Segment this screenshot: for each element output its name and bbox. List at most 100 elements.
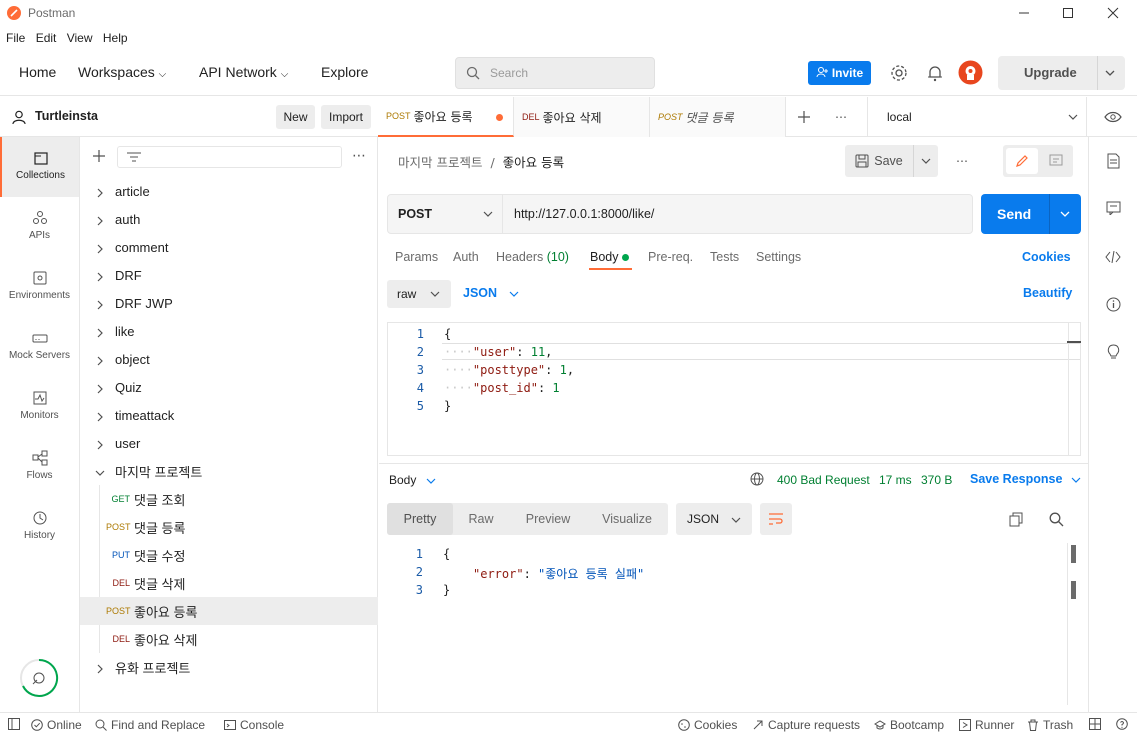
bootcamp-button[interactable]: Bootcamp — [874, 718, 944, 732]
chevron-down-icon[interactable] — [915, 157, 937, 165]
runner-button[interactable]: Runner — [959, 718, 1014, 732]
request-body-editor[interactable]: 1 2 3 4 5 { ····"user": 11, ····"posttyp… — [387, 322, 1081, 456]
notifications-bell-icon[interactable] — [925, 63, 945, 83]
workspace-name[interactable]: Turtleinsta — [35, 109, 98, 123]
collection-item[interactable]: 유화 프로젝트 — [80, 653, 378, 681]
documentation-icon[interactable] — [1105, 153, 1121, 169]
nav-home[interactable]: Home — [19, 64, 56, 80]
nav-api-network[interactable]: API Network ⌵ — [199, 64, 288, 80]
viewer-scrollbar-thumb[interactable] — [1071, 545, 1076, 563]
collection-item[interactable]: timeattack — [80, 401, 378, 429]
save-response-button[interactable]: Save Response — [970, 472, 1081, 486]
response-format-select[interactable]: JSON — [676, 503, 752, 535]
menu-edit[interactable]: Edit — [36, 31, 57, 45]
avatar[interactable] — [958, 60, 983, 85]
help-icon[interactable] — [1116, 718, 1128, 730]
request-item[interactable]: DEL 댓글 삭제 — [80, 569, 378, 597]
menu-file[interactable]: File — [6, 31, 25, 45]
response-time[interactable]: 17 ms — [879, 473, 912, 487]
tab-options-icon[interactable]: ⋯ — [833, 109, 849, 125]
chevron-down-icon[interactable] — [1057, 210, 1073, 218]
tab-auth[interactable]: Auth — [453, 250, 479, 264]
collection-item[interactable]: DRF — [80, 261, 378, 289]
comments-icon[interactable] — [1105, 200, 1121, 216]
rail-flows[interactable]: Flows — [0, 437, 79, 497]
breadcrumb-parent[interactable]: 마지막 프로젝트 — [398, 155, 482, 170]
toggle-sidebar-icon[interactable] — [8, 718, 20, 730]
settings-gear-icon[interactable] — [889, 63, 909, 83]
view-pretty[interactable]: Pretty — [387, 503, 453, 535]
response-body-viewer[interactable]: 1 2 3 { "error": "좋아요 등록 실패" } — [387, 543, 1081, 705]
rail-monitors[interactable]: Monitors — [0, 377, 79, 437]
two-pane-view-icon[interactable] — [1089, 718, 1101, 730]
body-mode-select[interactable]: raw — [387, 280, 451, 308]
wrap-lines-icon[interactable] — [760, 503, 792, 535]
new-button[interactable]: New — [276, 105, 315, 129]
rail-apis[interactable]: APIs — [0, 197, 79, 257]
environment-select[interactable]: local — [867, 97, 1087, 137]
search-icon[interactable] — [1048, 511, 1064, 527]
menu-view[interactable]: View — [67, 31, 93, 45]
view-raw[interactable]: Raw — [453, 503, 509, 535]
tab-headers[interactable]: Headers (10) — [496, 250, 569, 264]
collection-item[interactable]: article — [80, 177, 378, 205]
comments-icon[interactable] — [1041, 148, 1071, 174]
request-item[interactable]: POST 댓글 등록 — [80, 513, 378, 541]
rail-mock-servers[interactable]: Mock Servers — [0, 317, 79, 377]
send-button[interactable]: Send — [997, 206, 1031, 222]
request-item[interactable]: DEL 좋아요 삭제 — [80, 625, 378, 653]
cookies-link[interactable]: Cookies — [1022, 250, 1071, 264]
chevron-down-icon[interactable] — [1102, 67, 1118, 79]
info-icon[interactable] — [1105, 296, 1121, 312]
search-input[interactable]: Search — [455, 57, 655, 89]
response-status[interactable]: 400 Bad Request — [777, 473, 870, 487]
nav-explore[interactable]: Explore — [321, 64, 368, 80]
minimize-icon[interactable] — [1014, 4, 1034, 22]
tab-params[interactable]: Params — [395, 250, 438, 264]
method-select[interactable]: POST — [388, 195, 503, 233]
viewer-scrollbar-thumb-lower[interactable] — [1071, 581, 1076, 599]
tab-tests[interactable]: Tests — [710, 250, 739, 264]
request-item[interactable]: POST 좋아요 등록 — [80, 597, 378, 625]
save-button[interactable]: Save — [845, 145, 913, 177]
collection-item[interactable]: Quiz — [80, 373, 378, 401]
collection-item[interactable]: like — [80, 317, 378, 345]
tab-prereq[interactable]: Pre-req. — [648, 250, 693, 264]
eye-icon[interactable] — [1103, 109, 1123, 125]
collection-item[interactable]: user — [80, 429, 378, 457]
nav-workspaces[interactable]: Workspaces ⌵ — [78, 64, 166, 80]
body-language-select[interactable]: JSON — [463, 286, 519, 300]
invite-button[interactable]: Invite — [808, 61, 871, 85]
collection-item[interactable]: DRF JWP — [80, 289, 378, 317]
filter-input[interactable] — [117, 146, 342, 168]
response-body-select[interactable]: Body — [389, 473, 436, 487]
collection-item[interactable]: object — [80, 345, 378, 373]
rail-collections[interactable]: Collections — [0, 137, 79, 197]
request-item[interactable]: PUT 댓글 수정 — [80, 541, 378, 569]
menu-help[interactable]: Help — [103, 31, 128, 45]
rail-environments[interactable]: Environments — [0, 257, 79, 317]
more-options-icon[interactable]: ⋯ — [351, 148, 367, 164]
collection-item-open[interactable]: 마지막 프로젝트 — [80, 457, 378, 485]
beautify-link[interactable]: Beautify — [1023, 286, 1072, 300]
editor-scrollbar-thumb[interactable] — [1067, 341, 1081, 343]
view-visualize[interactable]: Visualize — [591, 503, 663, 535]
tab-like-register[interactable]: POST 좋아요 등록 — [378, 97, 514, 137]
tab-body[interactable]: Body — [590, 250, 629, 264]
rail-history[interactable]: History — [0, 497, 79, 557]
request-options-icon[interactable]: ⋯ — [953, 153, 971, 169]
console-button[interactable]: Console — [224, 718, 284, 732]
collection-item[interactable]: auth — [80, 205, 378, 233]
capture-requests-button[interactable]: Capture requests — [752, 718, 860, 732]
view-preview[interactable]: Preview — [513, 503, 583, 535]
trash-button[interactable]: Trash — [1027, 718, 1073, 732]
response-size[interactable]: 370 B — [921, 473, 952, 487]
maximize-icon[interactable] — [1058, 4, 1078, 22]
find-and-replace[interactable]: Find and Replace — [95, 718, 205, 732]
import-button[interactable]: Import — [321, 105, 371, 129]
runner-progress-icon[interactable] — [19, 658, 59, 698]
copy-icon[interactable] — [1008, 511, 1024, 527]
add-collection-icon[interactable] — [91, 148, 107, 164]
upgrade-button[interactable]: Upgrade — [998, 56, 1125, 90]
request-item[interactable]: GET 댓글 조회 — [80, 485, 378, 513]
